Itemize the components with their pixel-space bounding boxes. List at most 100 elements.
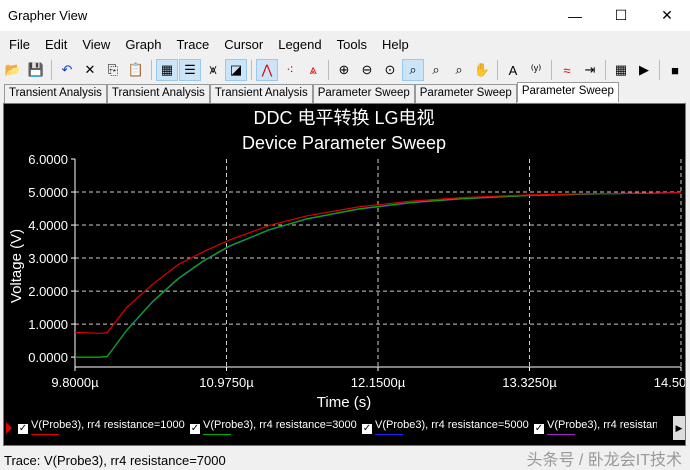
grid-icon: ▦ <box>160 62 174 77</box>
chart-subtitle: Device Parameter Sweep <box>242 133 446 153</box>
stop-button[interactable]: ■ <box>664 59 686 81</box>
legend-button[interactable]: ☰ <box>179 59 201 81</box>
save-icon: 💾 <box>27 62 45 77</box>
chart-title: DDC 电平转换 LG电视 <box>253 108 434 128</box>
selected-trace-marker-icon <box>6 422 12 434</box>
show-points-button[interactable]: ⁖ <box>279 59 301 81</box>
chart[interactable]: DDC 电平转换 LG电视 Device Parameter Sweep 6.000… <box>4 104 685 414</box>
zoom-y-button[interactable]: ⌕ <box>448 59 470 81</box>
open-button[interactable]: 📂 <box>2 59 24 81</box>
copy-button[interactable]: ⎘ <box>102 59 124 81</box>
legend: ▶ ✓ V(Probe3), rr4 resistance=1000 ✓ V(Prob… <box>4 416 685 440</box>
toolbar-separator <box>497 60 498 80</box>
zoom-out-button[interactable]: ⊖ <box>356 59 378 81</box>
zoom-area-button[interactable]: ⌕ <box>402 59 424 81</box>
x-tick-label: 10.9750µ <box>199 375 254 390</box>
x-tick-label: 13.3250µ <box>502 375 557 390</box>
reverse-colors-icon: ◪ <box>229 62 243 77</box>
legend-checkbox[interactable]: ✓ <box>190 424 200 434</box>
delete-button[interactable]: ✕ <box>79 59 101 81</box>
undo-button[interactable]: ↶ <box>56 59 78 81</box>
legend-color-swatch <box>203 434 231 435</box>
zoom-area-icon: ⌕ <box>409 62 417 77</box>
zoom-x-button[interactable]: ⌕ <box>425 59 447 81</box>
open-icon: 📂 <box>4 62 22 77</box>
y-tick-label: 1.0000 <box>28 317 68 332</box>
reverse-colors-button[interactable]: ◪ <box>225 59 247 81</box>
zoom-full-button[interactable]: ⊙ <box>379 59 401 81</box>
text-button[interactable]: A <box>502 59 524 81</box>
cursor-icon: ⩙ <box>209 62 217 77</box>
legend-item-label: V(Probe3), rr4 resistance <box>547 419 657 431</box>
zoom-in-icon: ⊕ <box>338 62 350 77</box>
x-tick-label: 14.5000µ <box>654 375 685 390</box>
export-excel-icon: ▦ <box>614 62 628 77</box>
watermark: 头条号 / 卧龙会IT技术 <box>526 452 682 469</box>
y-tick-label: 5.0000 <box>28 185 68 200</box>
legend-item-label: V(Probe3), rr4 resistance=5000 <box>375 419 529 431</box>
show-lines-button[interactable]: ⋀ <box>256 59 278 81</box>
menu-tools[interactable]: Tools <box>328 37 373 52</box>
menu-bar: File Edit View Graph Trace Cursor Legend Tools H… <box>0 33 415 55</box>
tab-parameter-sweep[interactable]: Parameter Sweep <box>516 82 619 102</box>
tab-parameter-sweep[interactable]: Parameter Sweep <box>312 84 415 103</box>
menu-graph[interactable]: Graph <box>116 37 167 52</box>
zoom-full-icon: ⊙ <box>384 62 396 77</box>
export-button[interactable]: ⇥ <box>579 59 601 81</box>
legend-checkbox[interactable]: ✓ <box>362 424 372 434</box>
tab-transient-analysis[interactable]: Transient Analysis <box>209 84 313 103</box>
legend-scroll-right-button[interactable]: ▶ <box>673 416 685 440</box>
toolbar-separator <box>51 60 52 80</box>
y-axis-label: Voltage (V) <box>8 229 25 303</box>
toolbar-separator <box>151 60 152 80</box>
menu-view[interactable]: View <box>73 37 116 52</box>
y-tick-label: 3.0000 <box>28 251 68 266</box>
export-excel-button[interactable]: ▦ <box>610 59 632 81</box>
zoom-x-icon: ⌕ <box>432 62 440 77</box>
y-tick-label: 2.0000 <box>28 284 68 299</box>
overlay-button[interactable]: ≈ <box>556 59 578 81</box>
graph-panel: DDC 电平转换 LG电视 Device Parameter Sweep 6.000… <box>3 103 686 446</box>
lines-points-button[interactable]: ⩓ <box>302 59 324 81</box>
tab-transient-analysis[interactable]: Transient Analysis <box>106 84 210 103</box>
y-tick-label: 0.0000 <box>28 350 68 365</box>
export-lvm-button[interactable]: ▶ <box>633 59 655 81</box>
cursor-button[interactable]: ⩙ <box>202 59 224 81</box>
menu-file[interactable]: File <box>0 37 36 52</box>
tab-transient-analysis[interactable]: Transient Analysis <box>4 84 107 103</box>
status-bar: Trace: V(Probe3), rr4 resistance=7000 <box>4 453 226 468</box>
menu-edit[interactable]: Edit <box>36 37 73 52</box>
label-icon: ⁽ʸ⁾ <box>530 62 542 77</box>
save-button[interactable]: 💾 <box>25 59 47 81</box>
paste-button[interactable]: 📋 <box>125 59 147 81</box>
legend-checkbox[interactable]: ✓ <box>18 424 28 434</box>
x-tick-label: 9.8000µ <box>51 375 99 390</box>
toolbar-separator <box>251 60 252 80</box>
minimize-button[interactable]: — <box>552 0 598 31</box>
menu-help[interactable]: Help <box>373 37 415 52</box>
x-axis-label: Time (s) <box>317 394 371 411</box>
paste-icon: 📋 <box>127 62 145 77</box>
title-bar: Grapher View — ☐ ✕ <box>0 0 690 31</box>
legend-color-swatch <box>547 434 575 435</box>
zoom-out-icon: ⊖ <box>361 62 373 77</box>
menu-trace[interactable]: Trace <box>167 37 215 52</box>
pan-button[interactable]: ✋ <box>471 59 493 81</box>
pan-icon: ✋ <box>473 62 491 77</box>
close-button[interactable]: ✕ <box>644 0 690 31</box>
text-icon: A <box>508 62 518 78</box>
zoom-y-icon: ⌕ <box>455 62 463 77</box>
legend-checkbox[interactable]: ✓ <box>534 424 544 434</box>
maximize-button[interactable]: ☐ <box>598 0 644 31</box>
zoom-in-button[interactable]: ⊕ <box>333 59 355 81</box>
legend-color-swatch <box>375 434 403 435</box>
x-tick-label: 12.1500µ <box>351 375 406 390</box>
menu-legend[interactable]: Legend <box>269 37 327 52</box>
grid-button[interactable]: ▦ <box>156 59 178 81</box>
tab-strip: Transient Analysis Transient Analysis Tran… <box>4 82 619 103</box>
label-button[interactable]: ⁽ʸ⁾ <box>525 59 547 81</box>
toolbar-separator <box>605 60 606 80</box>
menu-cursor[interactable]: Cursor <box>215 37 269 52</box>
y-tick-label: 6.0000 <box>28 152 68 167</box>
tab-parameter-sweep[interactable]: Parameter Sweep <box>414 84 517 103</box>
